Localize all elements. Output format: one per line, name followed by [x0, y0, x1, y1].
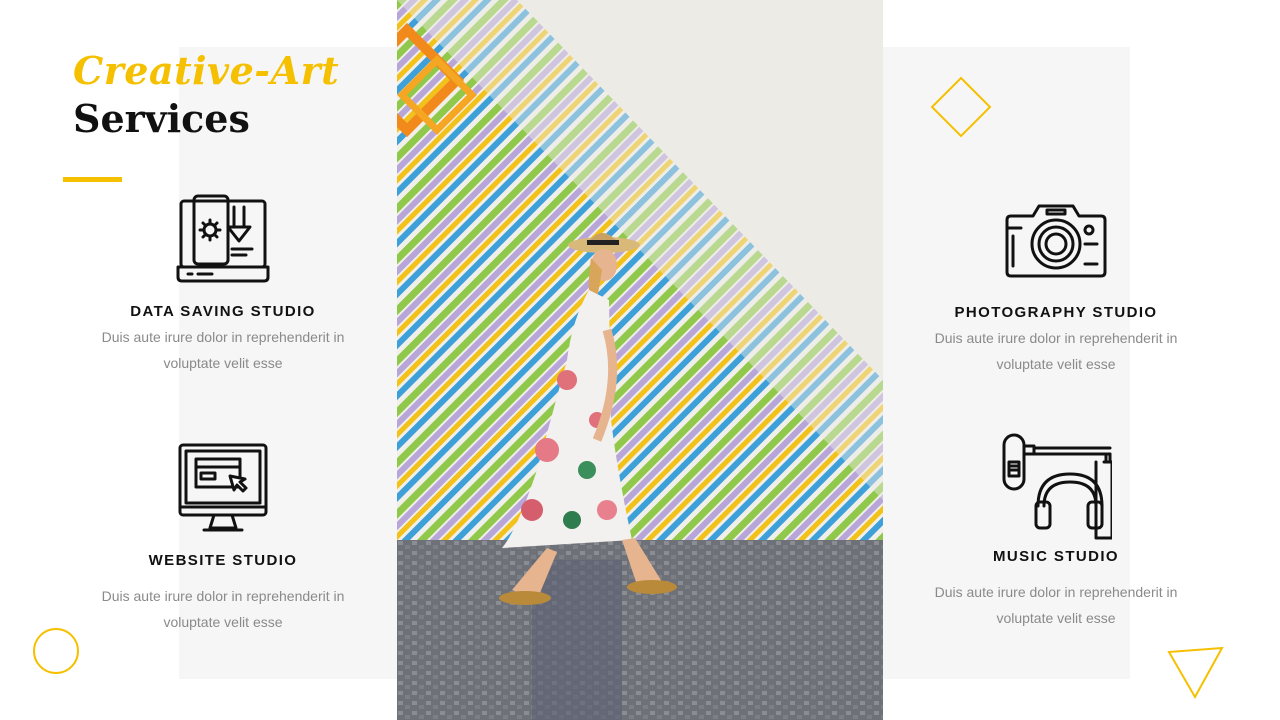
service-description: Duis aute irure dolor in reprehenderit i…: [101, 329, 345, 371]
hero-photo: [397, 0, 883, 720]
service-photography: PHOTOGRAPHY STUDIO Duis aute irure dolor…: [926, 200, 1186, 377]
service-title: WEBSITE STUDIO: [148, 552, 298, 569]
triangle-outline-decoration: [1167, 646, 1224, 700]
service-title: MUSIC STUDIO: [993, 548, 1119, 565]
service-description: Duis aute irure dolor in reprehenderit i…: [934, 330, 1178, 372]
monitor-cursor-icon: [178, 443, 268, 532]
camera-icon: [1005, 204, 1107, 278]
title-accent: Creative-Art: [73, 48, 340, 93]
title-underline: [63, 177, 122, 182]
diamond-outline-decoration: [930, 76, 992, 138]
title-main: Services: [73, 96, 250, 141]
service-website: WEBSITE STUDIO Duis aute irure dolor in …: [93, 442, 353, 635]
circle-outline-decoration: [33, 628, 79, 674]
service-description: Duis aute irure dolor in reprehenderit i…: [101, 588, 345, 630]
service-data-saving: DATA SAVING STUDIO Duis aute irure dolor…: [93, 193, 353, 376]
hero-photo-illustration: [397, 0, 883, 720]
microphone-headphones-icon: [1002, 433, 1112, 540]
page-title: Creative-Art Services: [73, 52, 339, 138]
service-music: MUSIC STUDIO Duis aute irure dolor in re…: [926, 432, 1186, 631]
service-description: Duis aute irure dolor in reprehenderit i…: [934, 584, 1178, 626]
laptop-settings-download-icon: [176, 194, 270, 283]
service-title: PHOTOGRAPHY STUDIO: [954, 304, 1158, 321]
service-title: DATA SAVING STUDIO: [130, 303, 316, 320]
